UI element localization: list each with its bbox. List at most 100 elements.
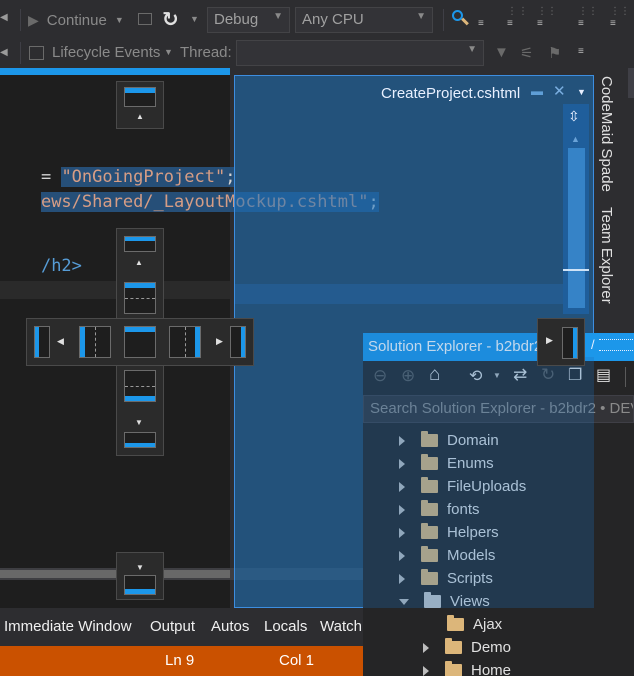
pin-icon[interactable]: ▬	[531, 84, 543, 98]
toolbar-overflow-left[interactable]: ◀	[0, 12, 8, 23]
expand-arrow-icon[interactable]	[399, 458, 405, 469]
tree-item[interactable]: Ajax	[447, 613, 502, 636]
scrollbar-thumb[interactable]	[0, 570, 230, 578]
open-folder-icon	[424, 592, 441, 608]
tree-item[interactable]: Models	[399, 544, 495, 567]
current-line-highlight	[0, 281, 230, 299]
dock-top-outer-icon[interactable]	[124, 236, 156, 252]
preview-tab-title: CreateProject.cshtml	[381, 85, 521, 102]
dock-guide-right[interactable]: ▶	[537, 318, 585, 366]
toolbar-options-icon[interactable]: ≡	[507, 18, 513, 29]
expand-arrow-icon[interactable]	[399, 435, 405, 446]
dock-right-outer-icon[interactable]	[230, 326, 246, 358]
chevron-down-icon[interactable]: ▼	[164, 47, 173, 57]
tree-item-label: Domain	[447, 432, 499, 449]
toolbar-options-icon[interactable]: ≡	[537, 18, 543, 29]
editor-tab-strip	[0, 68, 230, 75]
tree-item[interactable]: FileUploads	[399, 475, 526, 498]
lifecycle-toolbar: ◀ Lifecycle Events ▼ Thread: ▼ ▼ ⚟ ⚑ ≡	[0, 40, 634, 68]
expand-arrow-icon[interactable]	[399, 573, 405, 584]
tree-item[interactable]: Views	[399, 590, 490, 613]
continue-button[interactable]: ▶ Continue ▼	[28, 10, 124, 30]
configuration-select[interactable]: Debug ▼	[207, 7, 290, 33]
filter-clear-icon[interactable]: ⚟	[520, 44, 533, 62]
dock-left-outer-icon[interactable]	[34, 326, 50, 358]
tree-item[interactable]: Enums	[399, 452, 494, 475]
side-tab-team-explorer[interactable]: Team Explorer	[598, 207, 615, 304]
collapse-all-icon[interactable]: ❐	[568, 365, 582, 385]
chevron-down-icon: ▼	[114, 15, 124, 25]
attach-window-icon[interactable]	[138, 13, 152, 25]
flag-icon[interactable]: ⚑	[548, 44, 561, 62]
expand-arrow-icon[interactable]	[399, 550, 405, 561]
toolbar-overflow-left[interactable]: ◀	[0, 47, 8, 58]
platform-select[interactable]: Any CPU ▼	[295, 7, 433, 33]
dock-guide-right-strip: /	[585, 333, 634, 357]
side-tab-codemaid[interactable]: CodeMaid Spade	[598, 76, 615, 192]
restart-dropdown-icon[interactable]: ▼	[190, 14, 199, 24]
folder-icon	[421, 477, 438, 493]
dock-top-icon[interactable]	[124, 87, 156, 107]
dock-bottom-outer-icon[interactable]	[124, 432, 156, 448]
restart-icon[interactable]: ↻	[162, 7, 179, 32]
tab-watch[interactable]: Watch	[320, 618, 362, 635]
dock-right-icon[interactable]	[562, 327, 578, 359]
dock-right-inner-icon[interactable]	[169, 326, 201, 358]
tree-item[interactable]: Home	[423, 659, 511, 676]
filter-icon[interactable]: ▼	[494, 44, 509, 61]
toolbar-options-icon[interactable]: ≡	[578, 18, 584, 29]
lifecycle-events-label[interactable]: Lifecycle Events	[52, 44, 160, 61]
tab-autos[interactable]: Autos	[211, 618, 249, 635]
folder-icon	[447, 615, 464, 631]
chevron-down-icon[interactable]: ▼	[493, 371, 501, 380]
refresh-icon[interactable]: ↻	[541, 365, 555, 385]
toolbar-options-icon[interactable]: ≡	[478, 18, 484, 29]
tab-immediate-window[interactable]: Immediate Window	[4, 618, 132, 635]
dock-center-icon[interactable]	[124, 326, 156, 358]
dock-guide-top[interactable]: ▲	[116, 81, 164, 129]
close-icon[interactable]: ✕	[553, 82, 566, 100]
vertical-scrollbar[interactable]: ⇳ ▲	[563, 104, 589, 314]
find-icon[interactable]	[452, 10, 470, 28]
properties-icon[interactable]: ▤	[596, 365, 611, 385]
back-icon[interactable]: ⊖	[373, 366, 387, 386]
dock-bottom-inner-icon[interactable]	[124, 370, 156, 402]
search-solution-explorer-input[interactable]: Search Solution Explorer - b2bdr2 • DEV	[363, 395, 634, 423]
chevron-down-icon[interactable]: ▼	[577, 87, 586, 97]
search-placeholder: Search Solution Explorer - b2bdr2 • DEV	[370, 400, 634, 417]
toolbar-options-icon[interactable]: ≡	[610, 18, 616, 29]
tree-item-label: Views	[450, 593, 490, 610]
scrollbar-thumb[interactable]	[568, 148, 585, 308]
folder-icon	[421, 454, 438, 470]
sync-icon[interactable]: ⇄	[513, 365, 527, 385]
dock-bottom-icon[interactable]	[124, 575, 156, 595]
expand-arrow-icon[interactable]	[423, 642, 429, 653]
tree-item[interactable]: Domain	[399, 429, 499, 452]
dock-left-inner-icon[interactable]	[79, 326, 111, 358]
pending-changes-icon[interactable]: ⟲	[469, 366, 482, 386]
expand-arrow-icon[interactable]	[399, 481, 405, 492]
tree-item[interactable]: Scripts	[399, 567, 493, 590]
arrow-left-icon: ◀	[57, 336, 64, 346]
scroll-up-icon[interactable]: ▲	[571, 134, 580, 144]
tree-item[interactable]: Demo	[423, 636, 511, 659]
expand-arrow-icon[interactable]	[423, 665, 429, 676]
dock-top-inner-icon[interactable]	[124, 282, 156, 314]
home-icon[interactable]: ⌂	[429, 364, 440, 386]
chevron-down-icon: ▼	[416, 11, 426, 22]
tree-item[interactable]: fonts	[399, 498, 480, 521]
dock-guide-bottom[interactable]: ▼	[116, 552, 164, 600]
arrow-right-icon: ▶	[546, 335, 553, 345]
side-tab-marker	[628, 68, 634, 98]
forward-icon[interactable]: ⊕	[401, 366, 415, 386]
collapse-arrow-icon[interactable]	[399, 598, 409, 605]
tab-locals[interactable]: Locals	[264, 618, 307, 635]
tab-output[interactable]: Output	[150, 618, 195, 635]
thread-select[interactable]: ▼	[236, 40, 484, 66]
toolbar-options-icon[interactable]: ≡	[578, 46, 584, 57]
split-icon[interactable]: ⇳	[568, 108, 580, 125]
tree-item[interactable]: Helpers	[399, 521, 499, 544]
expand-arrow-icon[interactable]	[399, 504, 405, 515]
expand-arrow-icon[interactable]	[399, 527, 405, 538]
lifecycle-events-icon[interactable]	[29, 46, 44, 60]
